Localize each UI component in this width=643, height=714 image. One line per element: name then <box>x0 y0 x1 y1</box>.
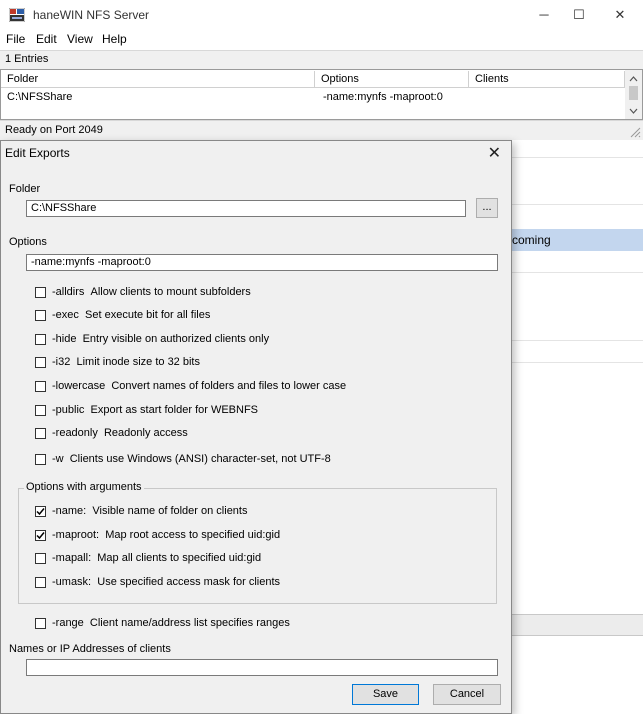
range-option-label[interactable]: -range Client name/address list specifie… <box>52 617 290 629</box>
options-input[interactable]: -name:mynfs -maproot:0 <box>26 254 498 271</box>
resize-grip-icon[interactable] <box>629 126 641 138</box>
menu-help[interactable]: Help <box>102 32 127 46</box>
option-checkbox[interactable] <box>35 357 46 368</box>
checkmark-icon <box>36 508 45 516</box>
option-flag: -w <box>52 453 64 465</box>
option-label[interactable]: -lowercase Convert names of folders and … <box>52 380 346 392</box>
arg-option-flag: -umask: <box>52 576 92 588</box>
arg-option-label[interactable]: -umask: Use specified access mask for cl… <box>52 576 280 588</box>
arg-option-desc: Visible name of folder on clients <box>92 505 248 517</box>
background-divider <box>512 204 643 205</box>
option-checkbox[interactable] <box>35 405 46 416</box>
option-label[interactable]: -alldirs Allow clients to mount subfolde… <box>52 286 251 298</box>
option-checkbox[interactable] <box>35 287 46 298</box>
status-text: Ready on Port 2049 <box>5 124 103 136</box>
option-desc: Clients use Windows (ANSI) character-set… <box>69 453 331 465</box>
menu-view[interactable]: View <box>67 32 93 46</box>
status-bar: Ready on Port 2049 <box>0 120 643 140</box>
list-scrollbar[interactable] <box>625 70 642 119</box>
range-checkbox[interactable] <box>35 618 46 629</box>
cancel-button[interactable]: Cancel <box>433 684 501 705</box>
checkmark-icon <box>36 532 45 540</box>
browse-button[interactable]: ... <box>476 198 498 218</box>
background-divider <box>512 340 643 341</box>
column-header-clients[interactable]: Clients <box>469 71 625 88</box>
option-label[interactable]: -w Clients use Windows (ANSI) character-… <box>52 453 331 465</box>
folder-input[interactable]: C:\NFSShare <box>26 200 466 217</box>
option-desc: Set execute bit for all files <box>85 309 211 321</box>
background-selected-row: coming <box>512 229 643 251</box>
option-label[interactable]: -hide Entry visible on authorized client… <box>52 333 269 345</box>
background-divider <box>512 157 643 158</box>
folder-label: Folder <box>9 183 41 195</box>
maximize-button[interactable]: ☐ <box>556 0 602 30</box>
background-panel <box>512 614 643 636</box>
option-checkbox[interactable] <box>35 334 46 345</box>
option-flag: -hide <box>52 333 77 345</box>
option-checkbox[interactable] <box>35 454 46 465</box>
menu-bar: File Edit View Help <box>0 30 643 50</box>
clients-input[interactable] <box>26 659 498 676</box>
range-flag: -range <box>52 617 84 629</box>
arg-option-checkbox[interactable] <box>35 506 46 517</box>
option-flag: -lowercase <box>52 380 106 392</box>
options-label: Options <box>9 236 47 248</box>
arg-option-flag: -name: <box>52 505 87 517</box>
column-header-folder[interactable]: Folder <box>1 71 315 88</box>
menu-file[interactable]: File <box>6 32 25 46</box>
dialog-title: Edit Exports <box>5 146 70 160</box>
entries-count: 1 Entries <box>5 53 49 65</box>
option-label[interactable]: -i32 Limit inode size to 32 bits <box>52 356 200 368</box>
arg-option-desc: Map root access to specified uid:gid <box>105 529 281 541</box>
group-label: Options with arguments <box>24 481 144 493</box>
background-divider <box>512 272 643 273</box>
app-icon <box>9 8 25 22</box>
option-flag: -alldirs <box>52 286 85 298</box>
column-header-options[interactable]: Options <box>315 71 469 88</box>
option-checkbox[interactable] <box>35 428 46 439</box>
arg-option-flag: -mapall: <box>52 552 92 564</box>
dialog-close-icon[interactable]: ✕ <box>488 143 501 163</box>
arg-option-desc: Use specified access mask for clients <box>97 576 281 588</box>
background-selected-text: coming <box>512 233 551 247</box>
option-desc: Entry visible on authorized clients only <box>82 333 270 345</box>
exports-list[interactable]: Folder Options Clients C:\NFSShare -name… <box>0 69 643 120</box>
option-desc: Readonly access <box>103 427 188 439</box>
arg-option-label[interactable]: -maproot: Map root access to specified u… <box>52 529 280 541</box>
arg-option-desc: Map all clients to specified uid:gid <box>97 552 262 564</box>
option-desc: Allow clients to mount subfolders <box>90 286 251 298</box>
option-desc: Convert names of folders and files to lo… <box>111 380 347 392</box>
arg-option-label[interactable]: -mapall: Map all clients to specified ui… <box>52 552 261 564</box>
arg-option-checkbox[interactable] <box>35 553 46 564</box>
option-checkbox[interactable] <box>35 310 46 321</box>
window-title: haneWIN NFS Server <box>33 8 150 22</box>
arg-option-label[interactable]: -name: Visible name of folder on clients <box>52 505 247 517</box>
menu-edit[interactable]: Edit <box>36 32 57 46</box>
option-desc: Export as start folder for WEBNFS <box>90 404 259 416</box>
option-label[interactable]: -public Export as start folder for WEBNF… <box>52 404 258 416</box>
arg-option-flag: -maproot: <box>52 529 100 541</box>
option-flag: -readonly <box>52 427 98 439</box>
clients-label: Names or IP Addresses of clients <box>9 643 171 655</box>
option-flag: -public <box>52 404 85 416</box>
table-row-options[interactable]: -name:mynfs -maproot:0 <box>323 91 443 103</box>
arg-option-checkbox[interactable] <box>35 577 46 588</box>
scroll-arrows-icon <box>629 76 638 114</box>
title-bar: haneWIN NFS Server ─ ☐ ✕ <box>0 0 643 30</box>
table-row-folder[interactable]: C:\NFSShare <box>7 91 72 103</box>
option-label[interactable]: -readonly Readonly access <box>52 427 188 439</box>
option-flag: -exec <box>52 309 79 321</box>
arg-option-checkbox[interactable] <box>35 530 46 541</box>
option-desc: Limit inode size to 32 bits <box>76 356 200 368</box>
option-label[interactable]: -exec Set execute bit for all files <box>52 309 210 321</box>
save-button[interactable]: Save <box>352 684 419 705</box>
close-button[interactable]: ✕ <box>597 0 643 30</box>
option-flag: -i32 <box>52 356 71 368</box>
option-checkbox[interactable] <box>35 381 46 392</box>
range-desc: Client name/address list specifies range… <box>89 617 290 629</box>
edit-exports-dialog: Edit Exports ✕ Folder C:\NFSShare ... Op… <box>0 140 512 714</box>
entries-count-bar: 1 Entries <box>0 50 643 70</box>
background-divider <box>512 362 643 363</box>
